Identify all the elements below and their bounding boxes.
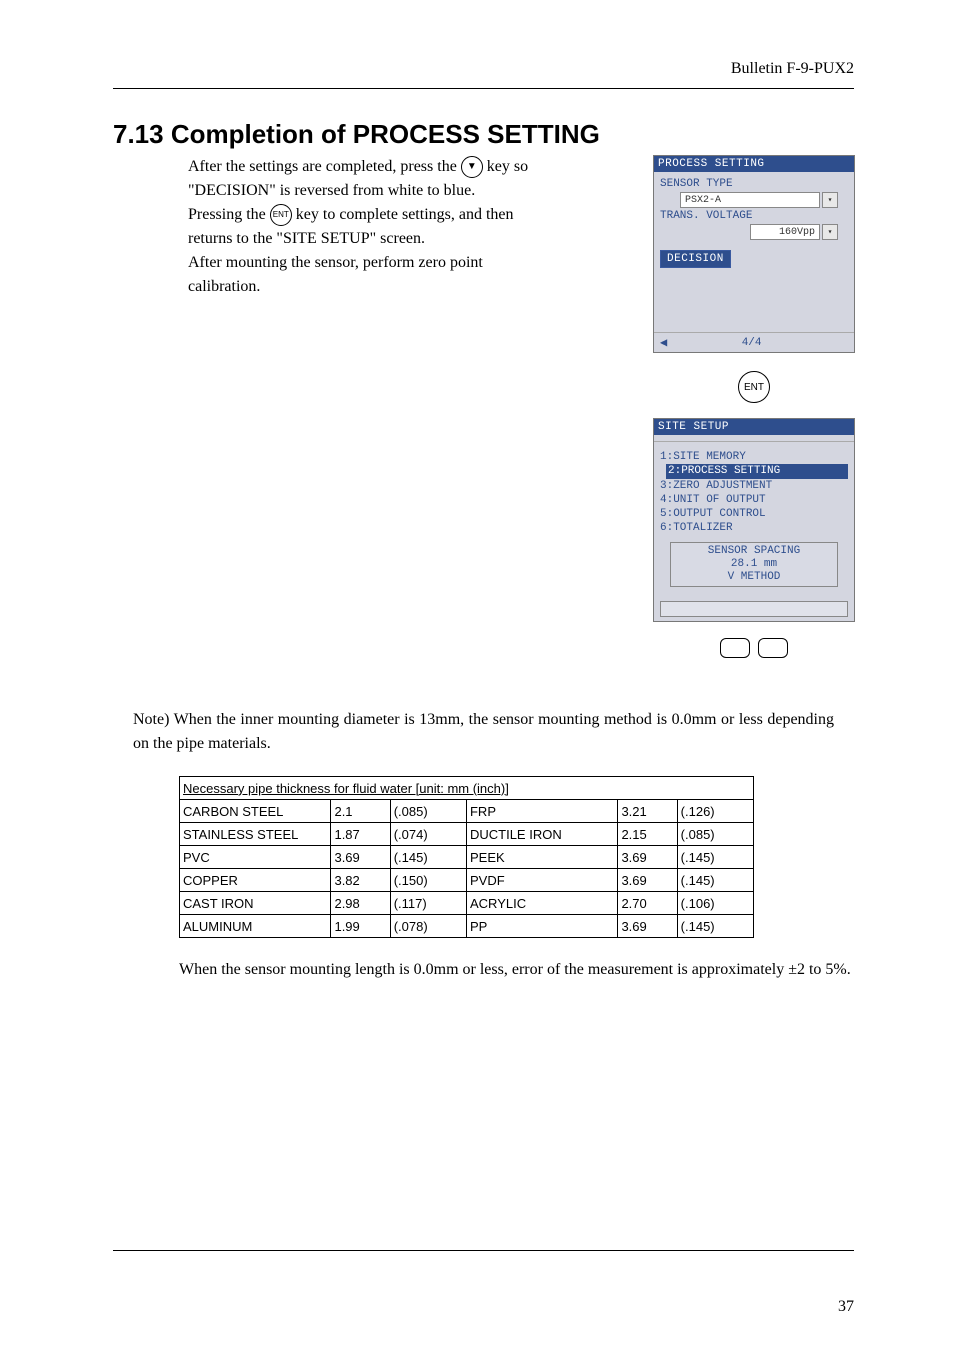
sensor-type-label: SENSOR TYPE: [660, 178, 848, 190]
table-row: ALUMINUM1.99(.078) PP3.69(.145): [180, 915, 754, 938]
sensor-type-value[interactable]: PSX2-A: [680, 192, 820, 208]
trans-voltage-value[interactable]: 160Vpp: [750, 224, 820, 240]
note-body: When the inner mounting diameter is 13mm…: [133, 711, 834, 752]
menu-item-2-selected[interactable]: 2:PROCESS SETTING: [666, 464, 848, 478]
pipe-thickness-table: Necessary pipe thickness for fluid water…: [179, 776, 754, 938]
decision-button[interactable]: DECISION: [660, 250, 731, 268]
note-prefix: Note): [133, 711, 169, 728]
menu-item-6[interactable]: 6:TOTALIZER: [660, 521, 848, 535]
bulletin-id: Bulletin F-9-PUX2: [113, 60, 854, 78]
blank-key-left[interactable]: [720, 638, 750, 658]
table-row: PVC3.69(.145) PEEK3.69(.145): [180, 846, 754, 869]
footer-rule: [113, 1250, 854, 1251]
sensor-type-dropdown-icon[interactable]: ▾: [822, 192, 838, 208]
sensor-spacing-method: V METHOD: [671, 571, 837, 584]
sensor-spacing-box: SENSOR SPACING 28.1 mm V METHOD: [670, 542, 838, 588]
process-setting-screen: PROCESS SETTING SENSOR TYPE PSX2-A ▾ TRA…: [653, 155, 855, 353]
note: Note) When the inner mounting diameter i…: [133, 708, 834, 756]
ent-key-large-icon: ENT: [738, 371, 770, 403]
page-number: 37: [838, 1298, 854, 1316]
screen2-title: SITE SETUP: [654, 419, 854, 435]
post-table-note: When the sensor mounting length is 0.0mm…: [179, 958, 867, 982]
ent-key-icon: ENT: [270, 204, 292, 226]
nav-keys: [720, 638, 788, 658]
screen2-status-bar: [660, 601, 848, 617]
site-setup-screen: SITE SETUP 1:SITE MEMORY 2:PROCESS SETTI…: [653, 418, 855, 622]
menu-item-4[interactable]: 4:UNIT OF OUTPUT: [660, 493, 848, 507]
sensor-spacing-title: SENSOR SPACING: [671, 545, 837, 558]
trans-voltage-dropdown-icon[interactable]: ▾: [822, 224, 838, 240]
blank-key-right[interactable]: [758, 638, 788, 658]
header-rule: [113, 88, 854, 89]
body-p2a: Pressing the: [188, 206, 270, 223]
menu-item-3[interactable]: 3:ZERO ADJUSTMENT: [660, 479, 848, 493]
menu-item-5[interactable]: 5:OUTPUT CONTROL: [660, 507, 848, 521]
table-row: STAINLESS STEEL1.87(.074) DUCTILE IRON2.…: [180, 823, 754, 846]
site-setup-menu: 1:SITE MEMORY 2:PROCESS SETTING 3:ZERO A…: [660, 450, 848, 536]
prev-page-icon[interactable]: ◀: [660, 335, 667, 350]
body-p1a: After the settings are completed, press …: [188, 158, 461, 175]
body-p3: After mounting the sensor, perform zero …: [188, 254, 483, 295]
section-heading: 7.13 Completion of PROCESS SETTING: [113, 119, 854, 150]
down-key-icon: ▼: [461, 156, 483, 178]
table-row: CARBON STEEL2.1(.085) FRP3.21(.126): [180, 800, 754, 823]
sensor-spacing-value: 28.1 mm: [671, 558, 837, 571]
table-row: COPPER3.82(.150) PVDF3.69(.145): [180, 869, 754, 892]
trans-voltage-label: TRANS. VOLTAGE: [660, 210, 848, 222]
screen1-title: PROCESS SETTING: [654, 156, 854, 172]
body-paragraph: After the settings are completed, press …: [188, 155, 554, 299]
screen1-page-indicator: 4/4: [742, 337, 762, 349]
table-caption: Necessary pipe thickness for fluid water…: [180, 777, 754, 800]
menu-item-1[interactable]: 1:SITE MEMORY: [660, 450, 848, 464]
table-row: CAST IRON2.98(.117) ACRYLIC2.70(.106): [180, 892, 754, 915]
